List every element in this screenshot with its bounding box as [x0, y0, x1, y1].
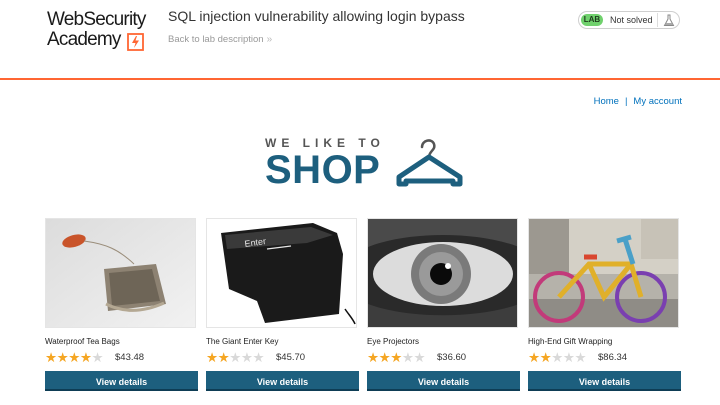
- status-divider: [657, 13, 658, 27]
- view-details-button[interactable]: View details: [45, 371, 198, 391]
- nav-separator: |: [624, 96, 628, 107]
- product-price: $86.34: [598, 352, 628, 363]
- view-details-button[interactable]: View details: [206, 371, 359, 391]
- star-empty-icon: ★: [551, 350, 563, 365]
- star-filled-icon: ★: [79, 350, 92, 365]
- star-rating: ★★★★★: [367, 349, 426, 365]
- product-price: $36.60: [437, 352, 467, 363]
- star-rating: ★★★★★: [528, 349, 587, 365]
- enter-key-image: Enter: [206, 218, 357, 328]
- account-nav: Home | My account: [594, 96, 682, 107]
- banner-title: SHOP: [265, 148, 381, 192]
- product-name: Eye Projectors: [367, 337, 420, 346]
- product-price: $43.48: [115, 352, 145, 363]
- star-filled-icon: ★: [367, 350, 379, 365]
- wrapped-bicycle-image: [528, 218, 679, 328]
- product-price: $45.70: [276, 352, 306, 363]
- star-filled-icon: ★: [378, 350, 391, 365]
- view-details-button[interactable]: View details: [367, 371, 520, 391]
- star-empty-icon: ★: [574, 350, 587, 365]
- double-chevron-icon: »: [266, 34, 273, 45]
- lab-status-widget[interactable]: LAB Not solved: [578, 11, 680, 29]
- eye-image: [367, 218, 518, 328]
- lab-status-text: Not solved: [610, 15, 653, 25]
- web-security-academy-logo[interactable]: WebSecurity Academy: [47, 9, 159, 53]
- flask-icon: [663, 14, 675, 26]
- lab-badge: LAB: [581, 14, 603, 26]
- star-empty-icon: ★: [562, 350, 575, 365]
- hanger-icon: [396, 139, 463, 187]
- star-empty-icon: ★: [229, 350, 241, 365]
- logo-line-2: Academy: [47, 29, 121, 50]
- tea-bag-image: [45, 218, 196, 328]
- star-empty-icon: ★: [252, 350, 265, 365]
- star-filled-icon: ★: [206, 350, 218, 365]
- star-empty-icon: ★: [240, 350, 253, 365]
- star-empty-icon: ★: [413, 350, 426, 365]
- star-filled-icon: ★: [45, 350, 57, 365]
- product-card: Eye Projectors ★★★★★ $36.60 View details: [367, 218, 520, 391]
- my-account-link[interactable]: My account: [633, 96, 682, 107]
- star-empty-icon: ★: [91, 350, 104, 365]
- site-header: WebSecurity Academy SQL injection vulner…: [0, 0, 720, 78]
- star-filled-icon: ★: [539, 350, 552, 365]
- product-card: Enter The Giant Enter Key ★★★★★ $45.70 V…: [206, 218, 359, 391]
- product-card: High-End Gift Wrapping ★★★★★ $86.34 View…: [528, 218, 681, 391]
- back-link-label: Back to lab description: [168, 34, 264, 45]
- header-divider: [0, 78, 720, 80]
- star-filled-icon: ★: [390, 350, 402, 365]
- logo-mark-icon: [127, 33, 144, 51]
- home-link[interactable]: Home: [594, 96, 619, 107]
- product-name: High-End Gift Wrapping: [528, 337, 613, 346]
- star-filled-icon: ★: [217, 350, 230, 365]
- star-filled-icon: ★: [528, 350, 540, 365]
- star-rating: ★★★★★: [45, 349, 104, 365]
- star-filled-icon: ★: [56, 350, 69, 365]
- product-name: The Giant Enter Key: [206, 337, 279, 346]
- star-empty-icon: ★: [401, 350, 414, 365]
- star-rating: ★★★★★: [206, 349, 265, 365]
- logo-line-1: WebSecurity: [47, 9, 146, 30]
- view-details-button[interactable]: View details: [528, 371, 681, 391]
- back-to-lab-description-link[interactable]: Back to lab description»: [168, 34, 272, 45]
- lab-title: SQL injection vulnerability allowing log…: [168, 8, 465, 24]
- star-filled-icon: ★: [68, 350, 80, 365]
- product-name: Waterproof Tea Bags: [45, 337, 120, 346]
- product-card: Waterproof Tea Bags ★★★★★ $43.48 View de…: [45, 218, 198, 391]
